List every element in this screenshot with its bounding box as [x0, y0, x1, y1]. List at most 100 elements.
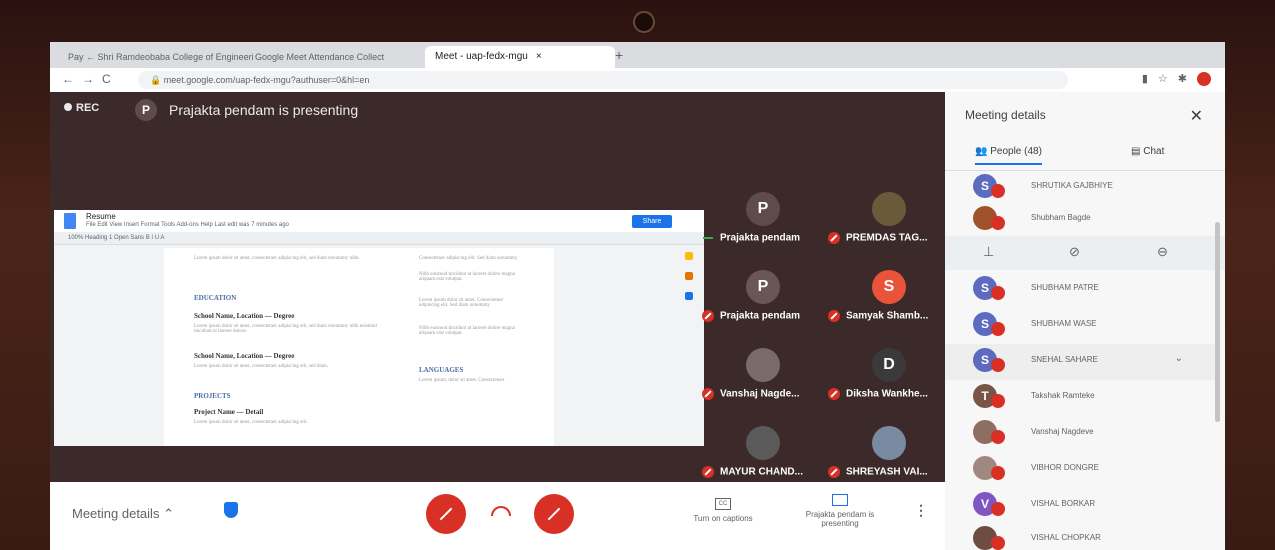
new-tab-icon[interactable]: + — [615, 47, 623, 63]
participant-tile[interactable]: S Samyak Shamb... — [828, 270, 948, 322]
close-tab-icon[interactable]: × — [536, 51, 542, 62]
participant-name: Shubham Bagde — [1031, 213, 1091, 222]
doc-line: School Name, Location — Degree — [194, 352, 295, 360]
people-icon: 👥 — [975, 146, 988, 157]
participant-actions: ⊥ ⊘ ⊖ — [945, 236, 1225, 270]
meeting-details-button[interactable]: Meeting details ⌃ — [72, 506, 174, 522]
hang-up-button[interactable] — [491, 506, 511, 516]
participant-name: SHUBHAM PATRE — [1031, 283, 1099, 292]
mic-off-icon — [991, 216, 1005, 230]
mic-on-icon — [702, 232, 714, 244]
participant-avatar: S — [872, 270, 906, 304]
camera-toggle-button[interactable] — [534, 494, 574, 534]
mic-toggle-button[interactable] — [426, 494, 466, 534]
nav-buttons: ←→C — [62, 72, 119, 86]
scrollbar[interactable] — [1215, 222, 1220, 422]
doc-line: Lorem ipsum dolor sit amet, consectetuer… — [194, 324, 377, 334]
participant-avatar — [872, 426, 906, 460]
participant-avatar — [746, 426, 780, 460]
captions-label: Turn on captions — [693, 514, 753, 523]
tab-people[interactable]: 👥 People (48) — [975, 146, 1042, 165]
participant-tile[interactable]: D Diksha Wankhe... — [828, 348, 948, 400]
calendar-icon — [685, 292, 693, 300]
doc-line: Project Name — Detail — [194, 408, 264, 416]
participant-row[interactable]: Vanshaj Nagdeve — [945, 416, 1215, 452]
doc-side-panel — [680, 240, 698, 312]
back-icon[interactable]: ← — [62, 72, 82, 86]
presenting-text: Prajakta pendam is presenting — [169, 102, 359, 118]
docs-icon — [64, 213, 76, 229]
tab-chat[interactable]: ▤ Chat — [1131, 146, 1164, 157]
participant-tile[interactable]: SHREYASH VAI... — [828, 426, 948, 478]
participant-tile[interactable]: P Prajakta pendam — [702, 192, 822, 244]
doc-title: Resume — [86, 212, 116, 221]
participant-name: SHRUTIKA GAJBHIYE — [1031, 181, 1113, 190]
remove-participant-icon[interactable]: ⊖ — [1157, 244, 1168, 260]
participant-tile[interactable]: P Prajakta pendam — [702, 270, 822, 322]
address-bar[interactable]: 🔒 meet.google.com/uap-fedx-mgu?authuser=… — [138, 71, 1068, 89]
mic-off-icon — [991, 466, 1005, 480]
browser-tab[interactable]: Google Meet Attendance Collect — [245, 46, 435, 68]
participant-name: Takshak Ramteke — [1031, 391, 1095, 400]
reload-icon[interactable]: C — [102, 72, 119, 86]
participant-name: VIBHOR DONGRE — [1031, 463, 1100, 472]
close-icon[interactable]: ✕ — [1190, 106, 1203, 126]
participant-row[interactable]: V VISHAL BORKAR — [945, 488, 1215, 524]
browser-tab-active[interactable]: Meet - uap-fedx-mgu × — [425, 46, 615, 68]
webcam — [633, 11, 655, 33]
participant-row[interactable]: VISHAL CHOPKAR — [945, 522, 1215, 550]
address-toolbar: ←→C 🔒 meet.google.com/uap-fedx-mgu?authu… — [50, 68, 1225, 93]
star-icon[interactable]: ☆ — [1158, 73, 1178, 85]
url-text: meet.google.com/uap-fedx-mgu?authuser=0&… — [163, 75, 370, 85]
tab-title: Pay ← Shri Ramdeobaba College of Enginee… — [68, 52, 253, 62]
security-shield-icon[interactable] — [224, 502, 238, 518]
participant-row[interactable]: S SNEHAL SAHARE ⌄ — [945, 344, 1215, 380]
participant-tile[interactable]: MAYUR CHAND... — [702, 426, 822, 478]
lock-icon: 🔒 — [150, 75, 162, 85]
pin-icon[interactable]: ⊥ — [983, 244, 994, 260]
extension-icon[interactable]: ✱ — [1178, 73, 1197, 85]
chat-icon: ▤ — [1131, 146, 1141, 157]
keep-icon — [685, 252, 693, 260]
participant-name: PREMDAS TAG... — [828, 232, 958, 244]
participant-name: Samyak Shamb... — [828, 310, 958, 322]
participant-name: MAYUR CHAND... — [702, 466, 832, 478]
cast-icon[interactable]: ▮ — [1142, 73, 1158, 85]
participant-avatar — [746, 348, 780, 382]
doc-menu: File Edit View Insert Format Tools Add-o… — [86, 222, 289, 228]
present-icon — [832, 494, 848, 506]
doc-line: Consectetuer adipiscing elit. Sed diam n… — [419, 256, 518, 261]
participant-row[interactable]: VIBHOR DONGRE — [945, 452, 1215, 488]
profile-avatar[interactable] — [1197, 72, 1211, 87]
participant-row[interactable]: S SHUBHAM WASE — [945, 308, 1215, 344]
forward-icon[interactable]: → — [82, 72, 102, 86]
extensions: ▮☆✱ — [1142, 72, 1211, 87]
participant-tile[interactable]: PREMDAS TAG... — [828, 192, 948, 244]
mute-participant-icon[interactable]: ⊘ — [1069, 244, 1080, 260]
participant-name: SNEHAL SAHARE — [1031, 355, 1098, 364]
participant-row[interactable]: Shubham Bagde — [945, 202, 1215, 238]
more-options-icon[interactable]: ⋮ — [914, 502, 928, 519]
panel-tabs: 👥 People (48) ▤ Chat — [945, 136, 1225, 171]
mic-off-icon — [828, 466, 840, 478]
mic-off-icon — [991, 358, 1005, 372]
mic-off-icon — [991, 536, 1005, 550]
participant-row[interactable]: S SHUBHAM PATRE — [945, 272, 1215, 308]
participant-row[interactable]: S SHRUTIKA GAJBHIYE — [945, 170, 1215, 206]
doc-heading: EDUCATION — [194, 294, 237, 302]
meeting-details-panel: Meeting details ✕ 👥 People (48) ▤ Chat S… — [945, 92, 1225, 550]
participant-name: VISHAL CHOPKAR — [1031, 533, 1101, 542]
participant-tile[interactable]: Vanshaj Nagde... — [702, 348, 822, 400]
participant-name: Prajakta pendam — [702, 310, 832, 322]
chevron-down-icon[interactable]: ⌄ — [1175, 353, 1183, 364]
participant-row[interactable]: T Takshak Ramteke — [945, 380, 1215, 416]
captions-button[interactable]: CC Turn on captions — [678, 498, 768, 523]
mic-off-icon — [991, 502, 1005, 516]
participant-avatar: P — [746, 270, 780, 304]
record-dot-icon — [64, 103, 72, 111]
mic-off-icon — [828, 310, 840, 322]
meet-control-bar: Meeting details ⌃ CC Turn on captions Pra… — [50, 482, 945, 550]
presenting-button[interactable]: Prajakta pendam is presenting — [795, 494, 885, 528]
presenting-label: Prajakta pendam is presenting — [805, 510, 875, 528]
browser-tab[interactable]: Pay ← Shri Ramdeobaba College of Enginee… — [58, 46, 253, 68]
